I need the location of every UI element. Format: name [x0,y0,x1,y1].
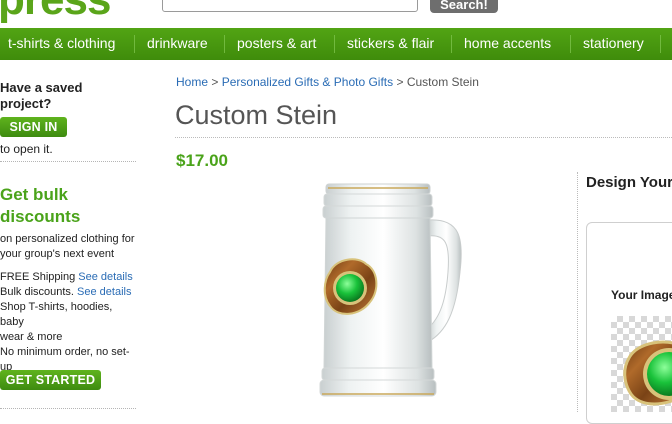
stein-ring [321,367,435,381]
site-logo[interactable]: press [0,0,111,22]
bulk-discount-text: Bulk discounts. [0,286,74,298]
nav-item-home-accents[interactable]: home accents [464,28,551,60]
sidebar: Have a saved project? SIGN IN to open it… [0,60,138,412]
title-divider [175,137,672,138]
saved-heading-line: project? [0,96,52,111]
stein-ring [323,193,433,207]
bulk-description: on personalized clothing for your group'… [0,232,135,262]
search-button[interactable]: Search! [430,0,498,13]
breadcrumb: Home > Personalized Gifts & Photo Gifts … [176,75,479,89]
page-title: Custom Stein [175,100,338,130]
breadcrumb-home-link[interactable]: Home [176,75,208,89]
sign-in-button[interactable]: SIGN IN [0,117,67,137]
bulk-discount-line: Bulk discounts. See details [0,285,138,300]
image-preview[interactable] [611,316,672,412]
product-image[interactable] [300,172,472,412]
see-details-link[interactable]: See details [77,286,131,298]
nav-item-drinkware[interactable]: drinkware [147,28,208,60]
open-project-text: to open it. [0,142,53,156]
nav-divider [224,35,225,53]
nav-item-stationery[interactable]: stationery [583,28,644,60]
design-panel-divider [577,172,579,412]
shop-line: wear & more [0,331,63,343]
breadcrumb-separator: > [211,75,219,89]
sidebar-divider [0,408,136,409]
design-panel-title: Design Your [586,174,672,191]
nav-divider [334,35,335,53]
nav-item-tshirts[interactable]: t-shirts & clothing [8,28,115,60]
product-price: $17.00 [176,151,228,170]
stein-rim [325,183,431,195]
site-header: press Search! [0,0,672,28]
saved-heading-line: Have a saved [0,80,83,95]
see-details-link[interactable]: See details [78,271,132,283]
shop-line: Shop T-shirts, hoodies, baby [0,301,113,328]
bulk-desc-line: on personalized clothing for [0,233,135,245]
nav-divider [660,35,661,53]
free-shipping-text: FREE Shipping [0,271,76,283]
bulk-desc-line: your group's next event [0,248,115,260]
get-started-button[interactable]: GET STARTED [0,370,101,390]
nav-divider [134,35,135,53]
nav-item-stickers[interactable]: stickers & flair [347,28,434,60]
breadcrumb-category-link[interactable]: Personalized Gifts & Photo Gifts [222,75,393,89]
your-image-label: Your Image [611,288,672,302]
free-shipping-line: FREE Shipping See details [0,270,138,285]
bulk-heading-line: discounts [0,207,81,226]
nav-item-posters[interactable]: posters & art [237,28,316,60]
emblem-thumbnail [623,340,672,406]
category-nav: t-shirts & clothing drinkware posters & … [0,28,672,60]
saved-project-heading: Have a saved project? [0,80,82,112]
sidebar-divider [0,161,136,162]
search-input[interactable] [162,0,418,12]
breadcrumb-separator: > [396,75,404,89]
stein-ring [322,205,434,219]
nav-divider [570,35,571,53]
nav-divider [451,35,452,53]
bulk-heading-line: Get bulk [0,185,69,204]
breadcrumb-current: Custom Stein [406,75,479,89]
stein-handle [427,219,462,343]
bulk-discounts-heading: Get bulk discounts [0,184,80,228]
